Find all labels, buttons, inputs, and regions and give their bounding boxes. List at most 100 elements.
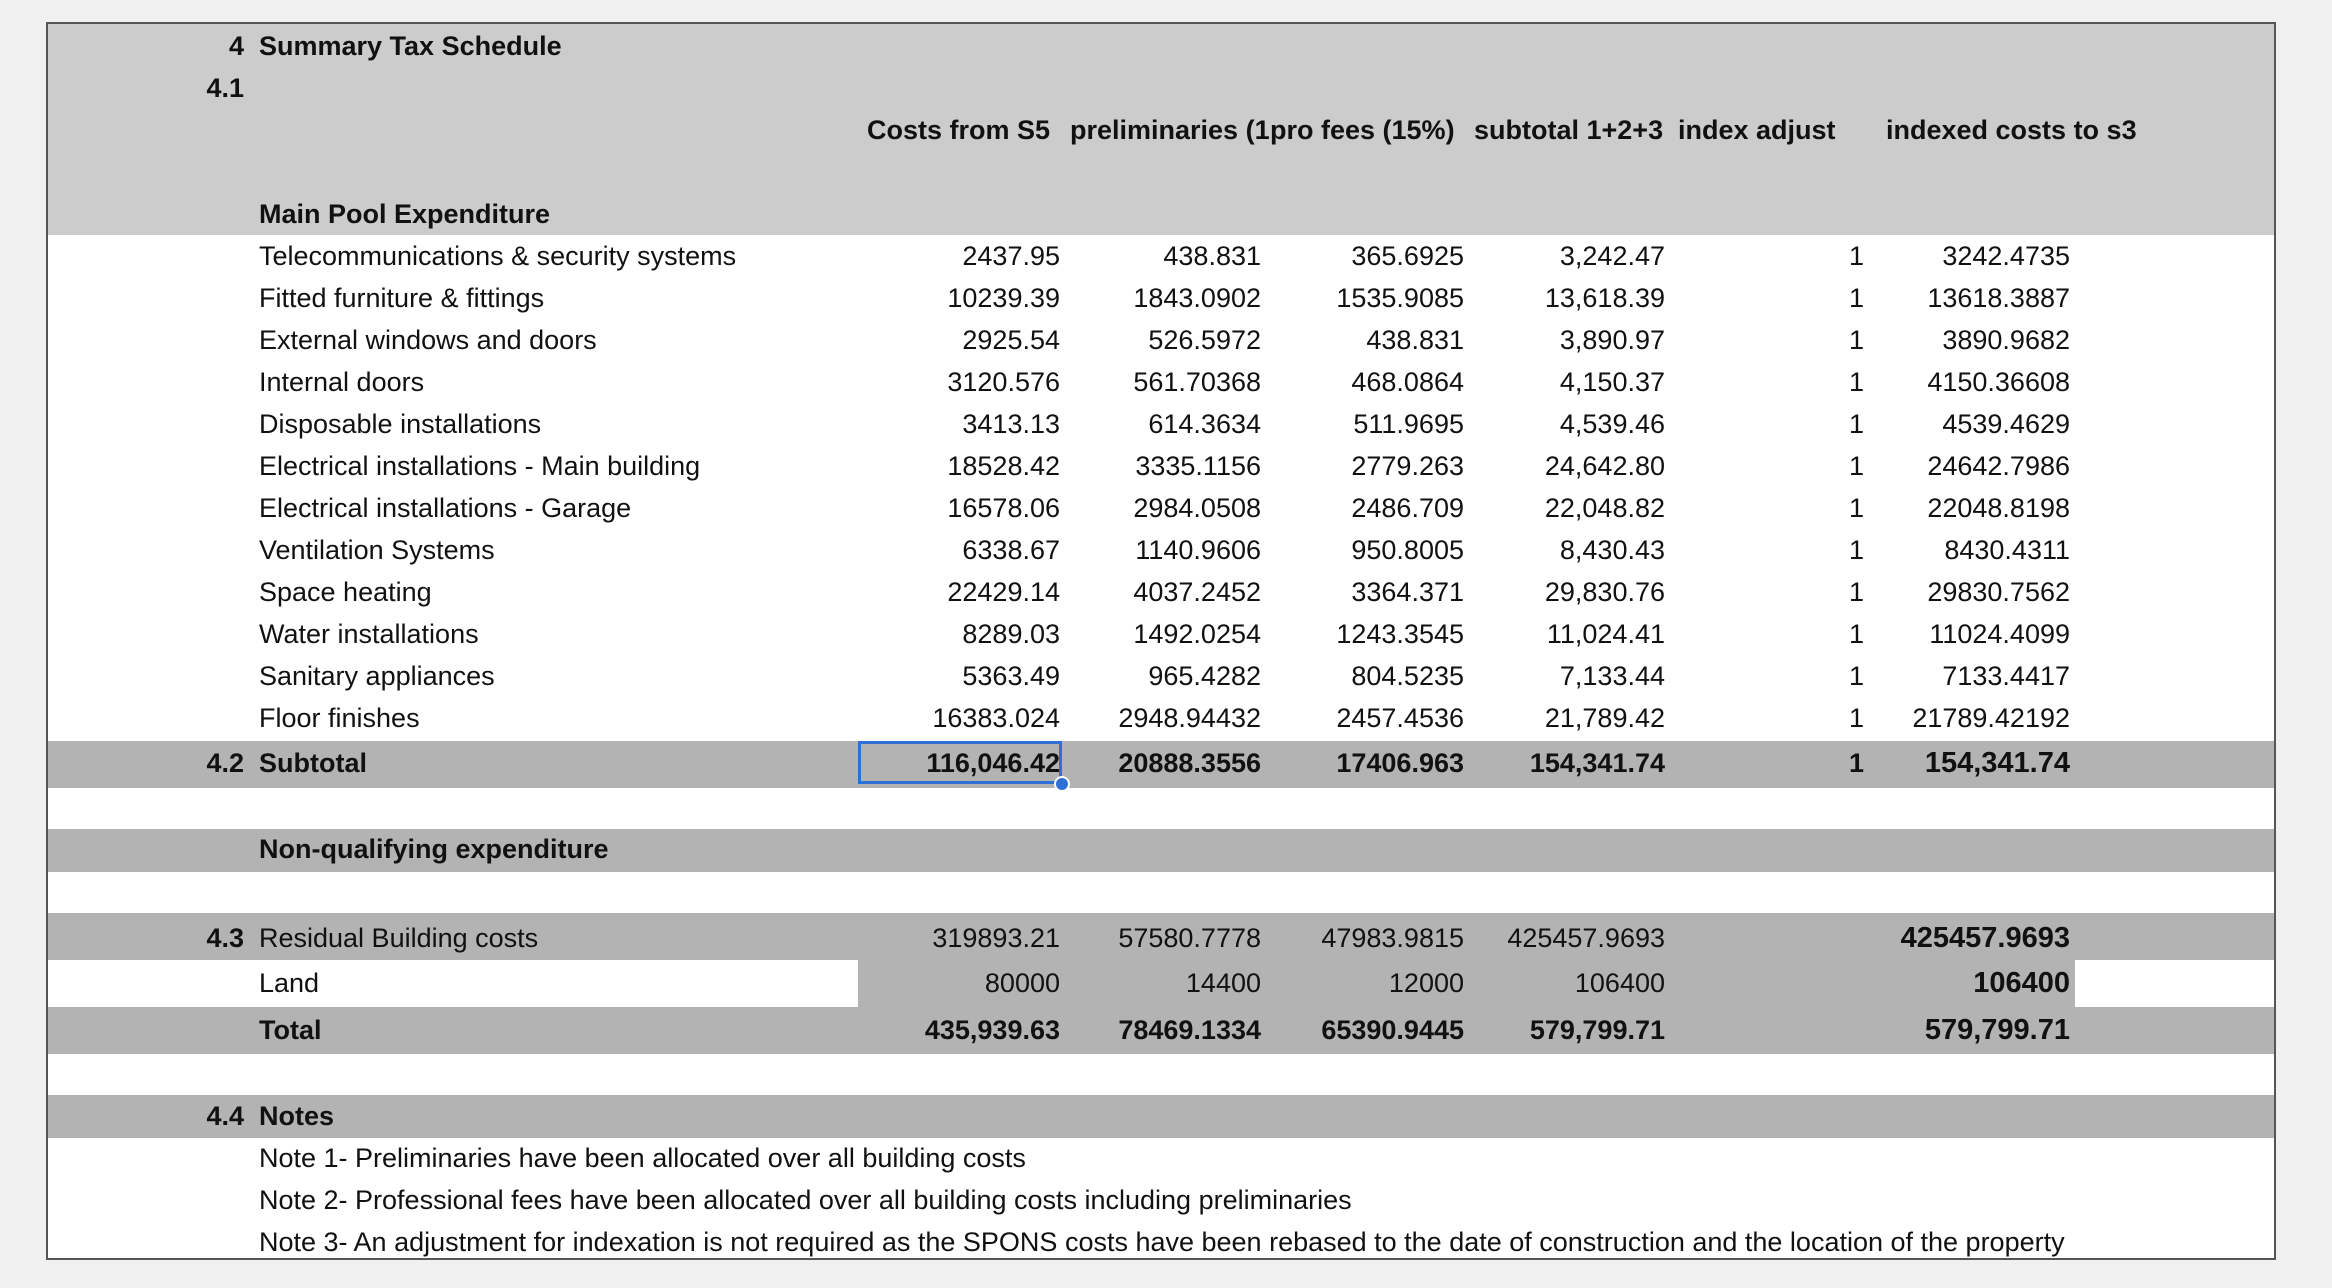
value-cell[interactable]: 804.5235 — [1351, 659, 1464, 693]
value-cell[interactable]: 3,242.47 — [1560, 239, 1665, 273]
value-cell[interactable]: 511.9695 — [1353, 407, 1464, 441]
value-cell[interactable]: 24,642.80 — [1545, 449, 1665, 483]
value-cell[interactable]: 57580.7778 — [1118, 921, 1261, 955]
value-cell[interactable]: 5363.49 — [962, 659, 1060, 693]
value-cell[interactable]: 154,341.74 — [1925, 746, 2070, 780]
value-cell[interactable]: 1843.0902 — [1133, 281, 1261, 315]
value-cell[interactable]: 950.8005 — [1351, 533, 1464, 567]
land-indexed-cell-bg — [2075, 960, 2274, 1007]
value-cell[interactable]: 4,539.46 — [1560, 407, 1665, 441]
value-cell[interactable]: 2984.0508 — [1133, 491, 1261, 525]
value-cell[interactable]: 1243.3545 — [1336, 617, 1464, 651]
value-cell[interactable]: 1 — [1849, 701, 1864, 735]
value-cell[interactable]: 425457.9693 — [1901, 921, 2070, 955]
value-cell[interactable]: 18528.42 — [947, 449, 1060, 483]
column-header: subtotal 1+2+3 — [1474, 115, 1664, 145]
value-cell[interactable]: 1 — [1849, 659, 1864, 693]
value-cell[interactable]: 2948.94432 — [1118, 701, 1261, 735]
value-cell[interactable]: 435,939.63 — [925, 1013, 1060, 1047]
value-cell[interactable]: 29,830.76 — [1545, 575, 1665, 609]
value-cell[interactable]: 2779.263 — [1351, 449, 1464, 483]
value-cell[interactable]: 3890.9682 — [1942, 323, 2070, 357]
value-cell[interactable]: 438.831 — [1163, 239, 1261, 273]
value-cell[interactable]: 425457.9693 — [1507, 921, 1665, 955]
value-cell[interactable]: 8430.4311 — [1944, 533, 2070, 567]
value-cell[interactable]: 16578.06 — [947, 491, 1060, 525]
row-label: Water installations — [259, 619, 479, 649]
value-cell[interactable]: 2457.4536 — [1336, 701, 1464, 735]
value-cell[interactable]: 80000 — [985, 966, 1060, 1000]
value-cell[interactable]: 13,618.39 — [1545, 281, 1665, 315]
value-cell[interactable]: 1 — [1849, 575, 1864, 609]
value-cell[interactable]: 2486.709 — [1351, 491, 1464, 525]
value-cell[interactable]: 1492.0254 — [1133, 617, 1261, 651]
value-cell[interactable]: 3364.371 — [1351, 575, 1464, 609]
value-cell[interactable]: 7133.4417 — [1942, 659, 2070, 693]
value-cell[interactable]: 965.4282 — [1148, 659, 1261, 693]
value-cell[interactable]: 1 — [1849, 617, 1864, 651]
value-cell[interactable]: 319893.21 — [932, 921, 1060, 955]
value-cell[interactable]: 1 — [1849, 746, 1864, 780]
value-cell[interactable]: 10239.39 — [947, 281, 1060, 315]
value-cell[interactable]: 22,048.82 — [1545, 491, 1665, 525]
value-cell[interactable]: 106400 — [1575, 966, 1665, 1000]
value-cell[interactable]: 106400 — [1973, 966, 2070, 1000]
value-cell[interactable]: 8289.03 — [962, 617, 1060, 651]
selected-cell-outline[interactable] — [858, 741, 1062, 784]
value-cell[interactable]: 614.3634 — [1148, 407, 1261, 441]
value-cell[interactable]: 3120.576 — [947, 365, 1060, 399]
value-cell[interactable]: 3335.1156 — [1135, 449, 1261, 483]
value-cell[interactable]: 3413.13 — [962, 407, 1060, 441]
value-cell[interactable]: 47983.9815 — [1321, 921, 1464, 955]
value-cell[interactable]: 1 — [1849, 365, 1864, 399]
value-cell[interactable]: 13618.3887 — [1927, 281, 2070, 315]
value-cell[interactable]: 1 — [1849, 239, 1864, 273]
value-cell[interactable]: 16383.024 — [932, 701, 1060, 735]
value-cell[interactable]: 1140.9606 — [1135, 533, 1261, 567]
fill-handle[interactable] — [1054, 776, 1070, 792]
value-cell[interactable]: 3,890.97 — [1560, 323, 1665, 357]
row-label: Total — [259, 1015, 322, 1045]
value-cell[interactable]: 365.6925 — [1351, 239, 1464, 273]
value-cell[interactable]: 1 — [1849, 491, 1864, 525]
row-label: Floor finishes — [259, 703, 420, 733]
value-cell[interactable]: 1535.9085 — [1336, 281, 1464, 315]
value-cell[interactable]: 1 — [1849, 449, 1864, 483]
value-cell[interactable]: 1 — [1849, 533, 1864, 567]
value-cell[interactable]: 7,133.44 — [1560, 659, 1665, 693]
value-cell[interactable]: 22048.8198 — [1927, 491, 2070, 525]
value-cell[interactable]: 4,150.37 — [1560, 365, 1665, 399]
value-cell[interactable]: 11024.4099 — [1929, 617, 2070, 651]
value-cell[interactable]: 1 — [1849, 323, 1864, 357]
value-cell[interactable]: 1 — [1849, 281, 1864, 315]
value-cell[interactable]: 561.70368 — [1133, 365, 1261, 399]
value-cell[interactable]: 579,799.71 — [1925, 1013, 2070, 1047]
value-cell[interactable]: 6338.67 — [962, 533, 1060, 567]
value-cell[interactable]: 20888.3556 — [1118, 746, 1261, 780]
value-cell[interactable]: 438.831 — [1366, 323, 1464, 357]
value-cell[interactable]: 24642.7986 — [1927, 449, 2070, 483]
value-cell[interactable]: 22429.14 — [947, 575, 1060, 609]
value-cell[interactable]: 579,799.71 — [1530, 1013, 1665, 1047]
value-cell[interactable]: 29830.7562 — [1927, 575, 2070, 609]
value-cell[interactable]: 2437.95 — [962, 239, 1060, 273]
value-cell[interactable]: 78469.1334 — [1118, 1013, 1261, 1047]
value-cell[interactable]: 1 — [1849, 407, 1864, 441]
value-cell[interactable]: 21,789.42 — [1545, 701, 1665, 735]
value-cell[interactable]: 4037.2452 — [1133, 575, 1261, 609]
value-cell[interactable]: 11,024.41 — [1547, 617, 1665, 651]
value-cell[interactable]: 154,341.74 — [1530, 746, 1665, 780]
value-cell[interactable]: 2925.54 — [962, 323, 1060, 357]
value-cell[interactable]: 65390.9445 — [1321, 1013, 1464, 1047]
value-cell[interactable]: 526.5972 — [1148, 323, 1261, 357]
value-cell[interactable]: 468.0864 — [1351, 365, 1464, 399]
value-cell[interactable]: 14400 — [1186, 966, 1261, 1000]
value-cell[interactable]: 4150.36608 — [1927, 365, 2070, 399]
value-cell[interactable]: 3242.4735 — [1942, 239, 2070, 273]
value-cell[interactable]: 12000 — [1389, 966, 1464, 1000]
value-cell[interactable]: 21789.42192 — [1912, 701, 2070, 735]
value-cell[interactable]: 8,430.43 — [1560, 533, 1665, 567]
value-cell[interactable]: 4539.4629 — [1942, 407, 2070, 441]
value-cell[interactable]: 17406.963 — [1336, 746, 1464, 780]
row-label: Internal doors — [259, 367, 425, 397]
